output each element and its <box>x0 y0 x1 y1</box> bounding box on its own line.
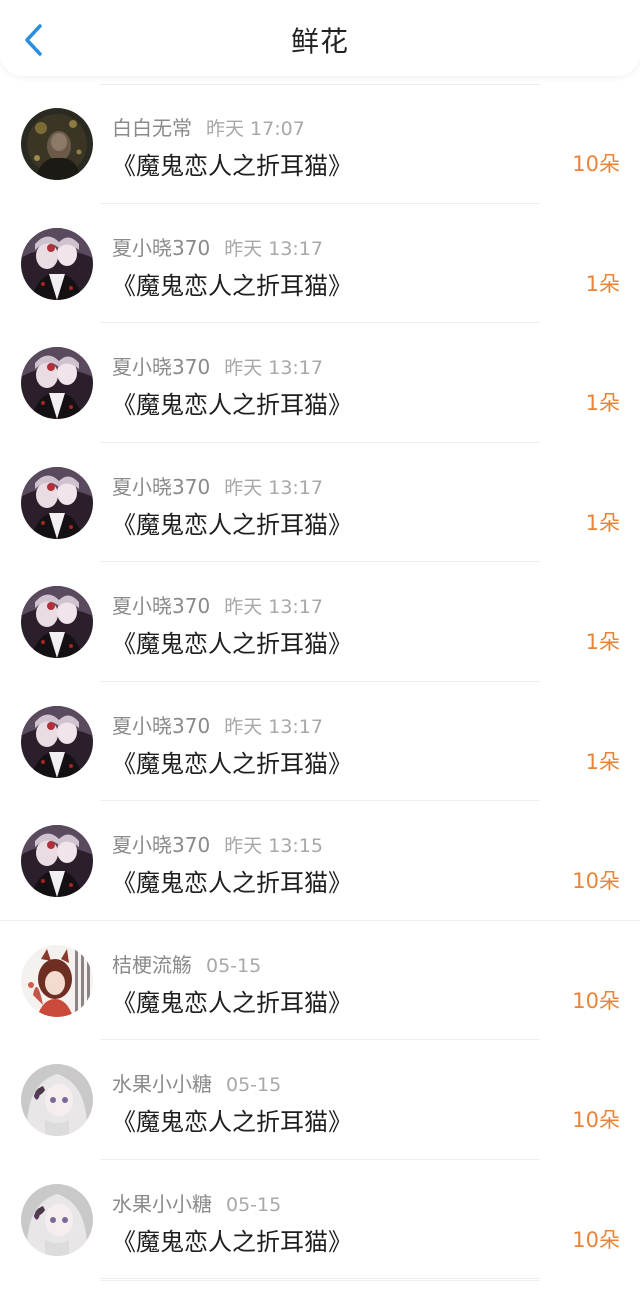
flower-count: 10朵 <box>572 869 620 893</box>
avatar[interactable] <box>21 1064 93 1136</box>
list-item[interactable]: 桔梗流觞 05-15 《魔鬼恋人之折耳猫》 10朵 <box>0 921 640 1041</box>
user-name[interactable]: 夏小晓370 <box>112 833 210 857</box>
flower-count: 1朵 <box>585 271 620 296</box>
avatar[interactable] <box>21 227 93 300</box>
flower-count: 10朵 <box>572 1108 620 1132</box>
avatar[interactable] <box>21 347 93 419</box>
book-title: 《魔鬼恋人之折耳猫》 <box>112 510 352 539</box>
user-name[interactable]: 白白无常 <box>112 116 192 140</box>
user-name[interactable]: 夏小晓370 <box>112 355 210 379</box>
user-name[interactable]: 夏小晓370 <box>112 236 210 260</box>
item-meta: 水果小小糖 05-15 <box>112 1068 281 1097</box>
avatar[interactable] <box>21 108 93 180</box>
list-item[interactable]: 夏小晓370 昨天 13:15 《魔鬼恋人之折耳猫》 10朵 <box>0 801 640 921</box>
list-item[interactable]: 白白无常 昨天 17:07 《魔鬼恋人之折耳猫》 10朵 <box>0 84 640 204</box>
divider <box>100 1280 540 1281</box>
book-title: 《魔鬼恋人之折耳猫》 <box>112 271 352 300</box>
book-title: 《魔鬼恋人之折耳猫》 <box>112 630 352 658</box>
item-meta: 白白无常 昨天 17:07 <box>112 112 305 141</box>
item-meta: 夏小晓370 昨天 13:15 <box>112 829 323 858</box>
avatar[interactable] <box>21 944 93 1017</box>
user-name[interactable]: 桔梗流觞 <box>112 953 192 977</box>
timestamp: 昨天 13:17 <box>224 237 323 260</box>
book-title: 《魔鬼恋人之折耳猫》 <box>112 988 352 1017</box>
item-meta: 夏小晓370 昨天 13:17 <box>112 232 323 261</box>
timestamp: 昨天 13:17 <box>224 596 323 618</box>
user-name[interactable]: 夏小晓370 <box>112 714 210 738</box>
avatar[interactable] <box>21 466 93 539</box>
list-item[interactable]: 水果小小糖 05-15 《魔鬼恋人之折耳猫》 10朵 <box>0 1160 640 1280</box>
flower-count: 1朵 <box>585 391 620 415</box>
book-title: 《魔鬼恋人之折耳猫》 <box>112 391 352 419</box>
user-name[interactable]: 水果小小糖 <box>112 1072 212 1096</box>
list-item[interactable]: 夏小晓370 昨天 13:17 《魔鬼恋人之折耳猫》 1朵 <box>0 562 640 682</box>
list-item[interactable]: 夏小晓370 昨天 13:17 《魔鬼恋人之折耳猫》 1朵 <box>0 682 640 802</box>
flower-count: 1朵 <box>585 630 620 654</box>
user-name[interactable]: 水果小小糖 <box>112 1192 212 1216</box>
timestamp: 昨天 13:15 <box>224 835 323 857</box>
item-meta: 夏小晓370 昨天 13:17 <box>112 710 323 739</box>
item-meta: 桔梗流觞 05-15 <box>112 949 261 978</box>
avatar[interactable] <box>21 705 93 778</box>
item-meta: 水果小小糖 05-15 <box>112 1188 281 1217</box>
book-title: 《魔鬼恋人之折耳猫》 <box>112 1108 352 1136</box>
list-item[interactable]: 夏小晓370 昨天 13:17 《魔鬼恋人之折耳猫》 1朵 <box>0 443 640 563</box>
flower-count: 10朵 <box>572 988 620 1013</box>
timestamp: 05-15 <box>226 1193 282 1216</box>
flower-count: 10朵 <box>572 152 620 176</box>
book-title: 《魔鬼恋人之折耳猫》 <box>112 152 352 180</box>
timestamp: 昨天 13:17 <box>224 357 323 379</box>
list-item[interactable]: 夏小晓370 昨天 13:17 《魔鬼恋人之折耳猫》 1朵 <box>0 204 640 324</box>
avatar[interactable] <box>21 825 93 897</box>
book-title: 《魔鬼恋人之折耳猫》 <box>112 869 352 897</box>
item-meta: 夏小晓370 昨天 13:17 <box>112 351 323 380</box>
user-name[interactable]: 夏小晓370 <box>112 594 210 618</box>
list-item[interactable]: 水果小小糖 05-15 《魔鬼恋人之折耳猫》 10朵 <box>0 1040 640 1160</box>
page-title: 鲜花 <box>290 25 349 58</box>
book-title: 《魔鬼恋人之折耳猫》 <box>112 1227 352 1256</box>
flower-list: 白白无常 昨天 17:07 《魔鬼恋人之折耳猫》 10朵 夏小晓370 昨天 13:17… <box>0 84 640 1279</box>
timestamp: 05-15 <box>226 1074 282 1096</box>
list-item[interactable]: 夏小晓370 昨天 13:17 《魔鬼恋人之折耳猫》 1朵 <box>0 323 640 443</box>
user-name[interactable]: 夏小晓370 <box>112 475 210 499</box>
timestamp: 05-15 <box>206 954 262 977</box>
flower-count: 1朵 <box>585 510 620 535</box>
timestamp: 昨天 13:17 <box>224 715 323 738</box>
book-title: 《魔鬼恋人之折耳猫》 <box>112 749 352 778</box>
flower-count: 1朵 <box>585 749 620 774</box>
item-meta: 夏小晓370 昨天 13:17 <box>112 590 323 619</box>
timestamp: 昨天 13:17 <box>224 476 323 499</box>
avatar[interactable] <box>21 586 93 658</box>
item-meta: 夏小晓370 昨天 13:17 <box>112 471 323 500</box>
flower-count: 10朵 <box>572 1227 620 1252</box>
top-bar: 鲜花 <box>0 0 640 76</box>
avatar[interactable] <box>21 1183 93 1256</box>
timestamp: 昨天 17:07 <box>206 118 305 140</box>
